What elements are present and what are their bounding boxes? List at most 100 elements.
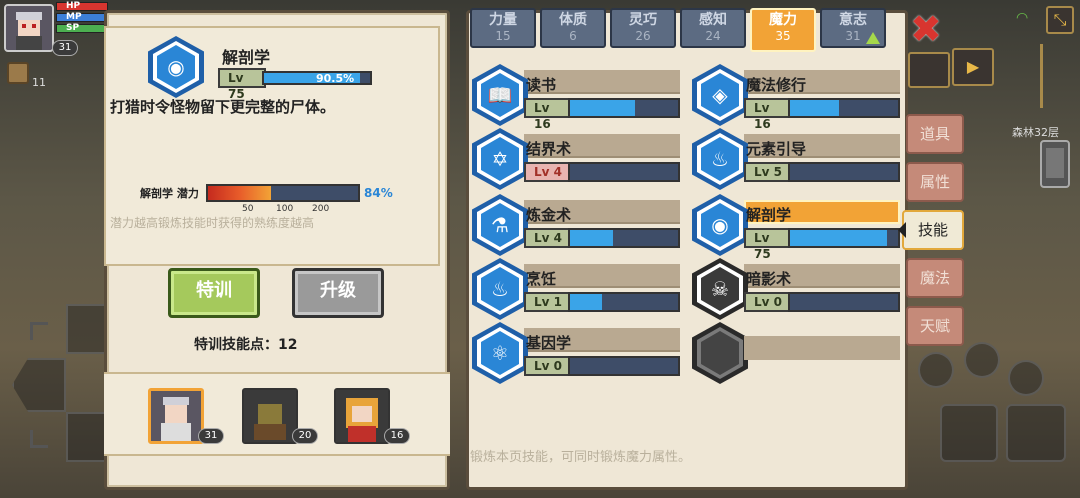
skill-level-badge: Lv 0 [524, 356, 570, 376]
skill-item[interactable]: ☠ 暗影术 Lv 0 [692, 258, 902, 320]
dpad-corner-sw [30, 430, 48, 448]
side-tab-pointer-icon [898, 222, 906, 238]
skill-progress-bar [568, 98, 680, 118]
dpad-corner-nw [30, 322, 48, 340]
skill-progress-bar [788, 228, 900, 248]
tab-magic[interactable]: 魔力 35 [750, 8, 816, 52]
train-button[interactable]: 特训 [168, 268, 260, 318]
skill-level-badge: Lv 1 [524, 292, 570, 312]
tab-constitution[interactable]: 体质 6 [540, 8, 606, 48]
hp-label: HP [66, 1, 81, 11]
skill-item[interactable]: ♨ 元素引导 Lv 5 [692, 128, 902, 190]
map-marker-icon[interactable] [908, 52, 950, 88]
tab-willpower[interactable]: 意志 31 [820, 8, 886, 48]
tab-perception[interactable]: 感知 24 [680, 8, 746, 48]
upgrade-button[interactable]: 升级 [292, 268, 384, 318]
book-icon: 📖 [472, 64, 528, 126]
skill-item[interactable]: ⚗ 炼金术 Lv 4 [472, 194, 682, 256]
side-tab-attributes[interactable]: 属性 [906, 162, 964, 202]
skill-name: 炼金术 [526, 206, 572, 224]
bag-icon[interactable] [7, 62, 29, 84]
skill-level-badge: Lv 4 [524, 162, 570, 182]
detail-description: 打猎时令怪物留下更完整的尸体。 [110, 98, 336, 116]
tab-magic-label: 魔力 [769, 12, 797, 28]
party-member-3-level: 16 [384, 428, 410, 444]
skill-level-badge: Lv 0 [744, 292, 790, 312]
locked-skill-slot [692, 322, 900, 384]
side-tab-items[interactable]: 道具 [906, 114, 964, 154]
tab-perception-value: 24 [705, 29, 721, 43]
skill-name: 魔法修行 [746, 76, 807, 94]
skill-level-badge: Lv 5 [744, 162, 790, 182]
detail-skill-name: 解剖学 [222, 48, 271, 67]
side-tab-skills[interactable]: 技能 [902, 210, 964, 250]
party-member-2-portrait[interactable] [242, 388, 298, 444]
tab-constitution-value: 6 [569, 29, 577, 43]
magic-crystal-icon: ◈ [692, 64, 748, 126]
tab-strength-label: 力量 [489, 12, 517, 28]
skill-name: 暗影术 [746, 270, 792, 288]
tab-dexterity[interactable]: 灵巧 26 [610, 8, 676, 48]
training-points-label: 特训技能点： [194, 337, 278, 353]
search-icon[interactable] [918, 352, 954, 388]
skill-name: 元素引导 [746, 140, 807, 158]
skill-item[interactable]: 📖 读书 Lv 16 [472, 64, 682, 131]
hexagram-icon: ✡ [472, 128, 528, 190]
potential-hint: 潜力越高锻炼技能时获得的熟练度越高 [110, 216, 315, 230]
skill-item[interactable]: ◈ 魔法修行 Lv 16 [692, 64, 902, 131]
attribute-tabs: 力量 15 体质 6 灵巧 26 感知 24 魔力 35 意志 31 [470, 8, 886, 52]
swap-icon[interactable] [964, 342, 1000, 378]
party-member-1-portrait[interactable] [148, 388, 204, 444]
phone-icon[interactable] [1040, 140, 1070, 188]
sword-attack-icon[interactable] [940, 404, 998, 462]
tab-strength[interactable]: 力量 15 [470, 8, 536, 48]
minimize-map-icon[interactable]: ⤡ [1046, 6, 1074, 34]
skull-icon: ☠ [692, 258, 748, 320]
skill-level-badge: Lv 75 [744, 228, 790, 261]
locked-hex-icon [692, 322, 748, 384]
skill-item[interactable]: ⚛ 基因学 Lv 0 [472, 322, 682, 384]
footer-hint: 锻炼本页技能，可同时锻炼魔力属性。 [470, 450, 692, 465]
detail-progress-text: 90.5% [316, 72, 355, 85]
bow-attack-icon[interactable] [1006, 404, 1066, 462]
skill-progress-bar [788, 292, 900, 312]
tab-magic-value: 35 [775, 29, 791, 43]
mp-label: MP [66, 12, 82, 22]
detail-level-badge: Lv 75 [218, 68, 266, 101]
potential-tick-50: 50 [242, 204, 254, 214]
molecule-icon: ⚛ [472, 322, 528, 384]
skill-item[interactable]: ◉ 解剖学 Lv 75 [692, 194, 902, 261]
skill-progress-bar [788, 98, 900, 118]
play-icon[interactable]: ▶ [952, 48, 994, 86]
locked-slot-bar [744, 336, 900, 360]
party-member-2-level: 20 [292, 428, 318, 444]
skill-progress-fill [570, 230, 614, 246]
skill-level-badge: Lv 4 [524, 228, 570, 248]
skill-progress-bar [568, 356, 680, 376]
skill-progress-bar [568, 228, 680, 248]
skill-name: 结界术 [526, 140, 572, 158]
party-member-1-level: 31 [198, 428, 224, 444]
close-icon[interactable]: ✖ [910, 10, 944, 48]
tab-perception-label: 感知 [699, 12, 727, 28]
skill-progress-bar [568, 292, 680, 312]
skill-item[interactable]: ✡ 结界术 Lv 4 [472, 128, 682, 190]
potential-label: 解剖学 潜力 [140, 187, 199, 200]
skill-item[interactable]: ♨ 烹饪 Lv 1 [472, 258, 682, 320]
training-points-value: 12 [278, 337, 298, 353]
side-tab-magic[interactable]: 魔法 [906, 258, 964, 298]
side-tab-talents[interactable]: 天赋 [906, 306, 964, 346]
willpower-up-arrow-icon [866, 32, 880, 44]
mp-bar [56, 13, 108, 22]
hp-bar [56, 2, 108, 11]
tab-constitution-label: 体质 [559, 12, 587, 28]
skill-level-badge: Lv 16 [744, 98, 790, 131]
party-member-3-portrait[interactable] [334, 388, 390, 444]
skill-progress-fill [570, 100, 635, 116]
player-avatar[interactable] [4, 4, 54, 52]
skill-name: 解剖学 [746, 206, 792, 224]
meat-icon: ◉ [692, 194, 748, 256]
hourglass-icon[interactable] [1008, 360, 1044, 396]
flask-icon: ⚗ [472, 194, 528, 256]
training-points: 特训技能点：12 [194, 334, 297, 354]
